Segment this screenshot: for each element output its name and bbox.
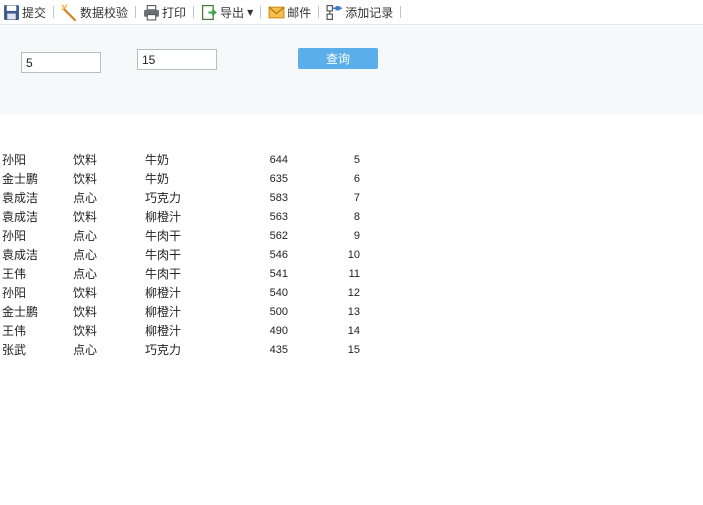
submit-button[interactable]: 提交 <box>1 1 48 23</box>
table-row: 王伟 点心 牛肉干 541 11 <box>0 265 370 284</box>
amount-cell: 562 <box>269 230 288 242</box>
product-cell: 牛肉干 <box>145 267 182 281</box>
submit-label: 提交 <box>22 5 47 20</box>
category-cell: 点心 <box>73 267 98 281</box>
name-cell: 金士鹏 <box>2 172 39 186</box>
category-cell: 饮料 <box>73 153 98 167</box>
category-cell: 点心 <box>73 229 98 243</box>
amount-cell: 540 <box>269 287 288 299</box>
print-label: 打印 <box>162 5 187 20</box>
report-table: 孙阳 饮料 牛奶 644 5 金士鹏 饮料 牛奶 635 6 袁成洁 点心 巧克力 583 7 袁成洁 饮料 柳橙… <box>0 151 370 360</box>
save-icon <box>4 4 19 20</box>
rank-cell: 10 <box>347 249 360 261</box>
parameter-panel: 查询 <box>0 26 703 114</box>
validate-label: 数据校验 <box>80 5 129 20</box>
mail-button[interactable]: 邮件 <box>266 1 313 23</box>
table-row: 袁成洁 点心 巧克力 583 7 <box>0 189 370 208</box>
table-row: 金士鹏 饮料 柳橙汁 500 13 <box>0 303 370 322</box>
name-cell: 金士鹏 <box>2 305 39 319</box>
product-cell: 牛奶 <box>145 172 170 186</box>
product-cell: 柳橙汁 <box>145 286 182 300</box>
toolbar: 提交 数据校验 打印 导出 ▼ 邮件 添加记录 <box>0 0 703 25</box>
mail-label: 邮件 <box>287 5 312 20</box>
add-record-button[interactable]: 添加记录 <box>324 1 395 23</box>
rank-cell: 13 <box>347 306 360 318</box>
table-row: 孙阳 点心 牛肉干 562 9 <box>0 227 370 246</box>
name-cell: 张武 <box>2 343 27 357</box>
product-cell: 柳橙汁 <box>145 324 182 338</box>
category-cell: 点心 <box>73 191 98 205</box>
name-cell: 王伟 <box>2 324 27 338</box>
export-label: 导出 <box>220 5 245 20</box>
product-cell: 巧克力 <box>145 343 182 357</box>
wand-icon <box>61 3 76 21</box>
table-row: 张武 点心 巧克力 435 15 <box>0 341 370 360</box>
table-row: 袁成洁 饮料 柳橙汁 563 8 <box>0 208 370 227</box>
table-row: 金士鹏 饮料 牛奶 635 6 <box>0 170 370 189</box>
toolbar-divider <box>193 6 195 18</box>
export-button[interactable]: 导出 ▼ <box>199 1 255 23</box>
amount-cell: 541 <box>269 268 288 280</box>
envelope-icon <box>268 6 285 18</box>
product-cell: 牛肉干 <box>145 229 182 243</box>
name-cell: 孙阳 <box>2 229 27 243</box>
product-cell: 牛肉干 <box>145 248 182 262</box>
name-cell: 袁成洁 <box>2 248 39 262</box>
category-cell: 饮料 <box>73 286 98 300</box>
toolbar-divider <box>400 6 402 18</box>
category-cell: 饮料 <box>73 172 98 186</box>
printer-icon <box>144 4 159 20</box>
rank-cell: 8 <box>353 211 360 223</box>
toolbar-divider <box>135 6 137 18</box>
export-icon <box>202 4 217 20</box>
product-cell: 柳橙汁 <box>145 305 182 319</box>
param-start-input[interactable] <box>21 52 101 73</box>
amount-cell: 435 <box>269 344 288 356</box>
name-cell: 孙阳 <box>2 153 27 167</box>
toolbar-divider <box>318 6 320 18</box>
amount-cell: 583 <box>269 192 288 204</box>
table-row: 王伟 饮料 柳橙汁 490 14 <box>0 322 370 341</box>
rank-cell: 11 <box>348 268 360 280</box>
rank-cell: 15 <box>347 344 360 356</box>
category-cell: 饮料 <box>73 210 98 224</box>
validate-button[interactable]: 数据校验 <box>59 1 130 23</box>
param-end-input[interactable] <box>137 49 217 70</box>
name-cell: 孙阳 <box>2 286 27 300</box>
toolbar-divider <box>53 6 55 18</box>
amount-cell: 644 <box>269 154 288 166</box>
rank-cell: 9 <box>353 230 360 242</box>
amount-cell: 500 <box>269 306 288 318</box>
rank-cell: 6 <box>353 173 360 185</box>
amount-cell: 635 <box>269 173 288 185</box>
product-cell: 巧克力 <box>145 191 182 205</box>
rank-cell: 7 <box>353 192 360 204</box>
category-cell: 点心 <box>73 248 98 262</box>
add-record-label: 添加记录 <box>345 5 394 20</box>
rank-cell: 12 <box>347 287 360 299</box>
rank-cell: 14 <box>347 325 360 337</box>
name-cell: 王伟 <box>2 267 27 281</box>
table-row: 孙阳 饮料 柳橙汁 540 12 <box>0 284 370 303</box>
product-cell: 牛奶 <box>145 153 170 167</box>
toolbar-divider <box>260 6 262 18</box>
name-cell: 袁成洁 <box>2 191 39 205</box>
category-cell: 饮料 <box>73 305 98 319</box>
amount-cell: 490 <box>269 325 288 337</box>
category-cell: 点心 <box>73 343 98 357</box>
table-row: 孙阳 饮料 牛奶 644 5 <box>0 151 370 170</box>
query-button[interactable]: 查询 <box>298 48 378 69</box>
category-cell: 饮料 <box>73 324 98 338</box>
chevron-down-icon: ▼ <box>247 7 254 17</box>
product-cell: 柳橙汁 <box>145 210 182 224</box>
add-record-icon <box>326 4 343 20</box>
table-row: 袁成洁 点心 牛肉干 546 10 <box>0 246 370 265</box>
amount-cell: 563 <box>269 211 288 223</box>
print-button[interactable]: 打印 <box>141 1 188 23</box>
amount-cell: 546 <box>269 249 288 261</box>
rank-cell: 5 <box>353 154 360 166</box>
name-cell: 袁成洁 <box>2 210 39 224</box>
